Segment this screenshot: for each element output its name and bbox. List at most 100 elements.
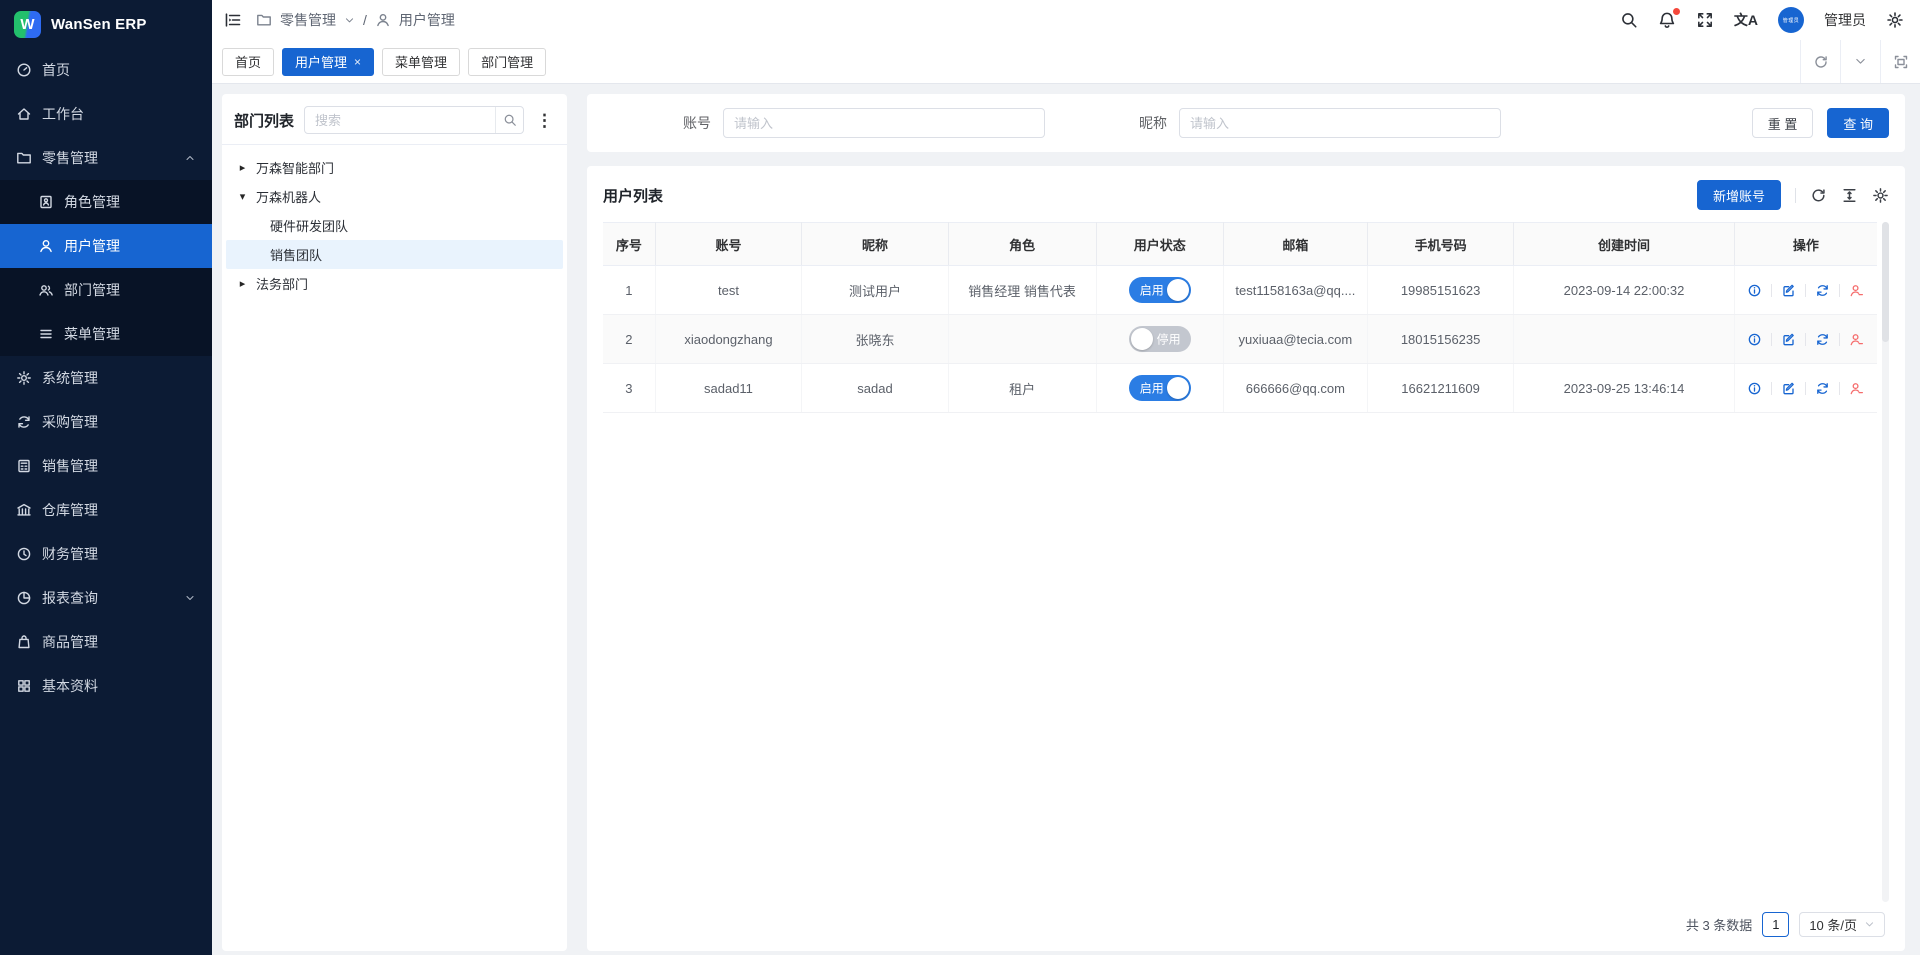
chevron-up-icon (184, 152, 196, 164)
cell-email: test1158163a@qq.... (1223, 266, 1367, 315)
op-divider (1839, 333, 1840, 346)
status-toggle[interactable]: 启用 (1129, 277, 1191, 303)
table-settings-button[interactable] (1872, 187, 1889, 204)
department-more-button[interactable]: ⋮ (534, 112, 555, 129)
sync-icon (16, 414, 32, 430)
tree-item-label: 硬件研发团队 (270, 216, 348, 235)
user-delete-icon (1849, 332, 1864, 347)
edit-button[interactable] (1781, 332, 1796, 347)
tree-item[interactable]: 硬件研发团队 (226, 211, 563, 240)
cell-roles (948, 315, 1096, 364)
brand-logo[interactable]: W WanSen ERP (0, 0, 212, 48)
fullscreen-button[interactable] (1696, 11, 1714, 29)
reset-password-button[interactable] (1815, 283, 1830, 298)
translate-button[interactable]: 文A (1734, 10, 1758, 30)
reset-password-button[interactable] (1815, 381, 1830, 396)
reset-password-button[interactable] (1815, 332, 1830, 347)
caret-right-icon[interactable]: ▸ (236, 277, 249, 290)
op-divider (1771, 382, 1772, 395)
tab-close-icon[interactable]: × (354, 56, 361, 68)
tree-item-selected[interactable]: 销售团队 (226, 240, 563, 269)
breadcrumb-page: 用户管理 (399, 10, 455, 30)
global-search-button[interactable] (1620, 11, 1638, 29)
query-button[interactable]: 查 询 (1827, 108, 1889, 138)
sidebar-item-menu-mgmt[interactable]: 菜单管理 (0, 312, 212, 356)
status-toggle[interactable]: 停用 (1129, 326, 1191, 352)
table-scrollbar[interactable] (1882, 222, 1889, 902)
tab-home[interactable]: 首页 (222, 48, 274, 76)
folder-icon (256, 12, 272, 28)
avatar[interactable]: 管理员 (1778, 7, 1804, 33)
cell-status: 启用 (1096, 266, 1223, 315)
tab-list-dropdown-button[interactable] (1840, 40, 1880, 83)
chevron-down-icon (1854, 55, 1867, 68)
topbar: 零售管理 / 用户管理 文A 管理员 管理员 (212, 0, 1920, 40)
tab-menu-mgmt[interactable]: 菜单管理 (382, 48, 460, 76)
tree-item[interactable]: ▾ 万森机器人 (226, 182, 563, 211)
notifications-button[interactable] (1658, 11, 1676, 29)
tree-item[interactable]: ▸ 万森智能部门 (226, 153, 563, 182)
refresh-tab-button[interactable] (1800, 40, 1840, 83)
reset-button[interactable]: 重 置 (1752, 108, 1814, 138)
main-area: 零售管理 / 用户管理 文A 管理员 管理员 (212, 0, 1920, 955)
nickname-input[interactable] (1179, 108, 1501, 138)
user-table: 序号 账号 昵称 角色 用户状态 邮箱 手机号码 创建时间 操作 (603, 222, 1877, 413)
sidebar-item-workbench[interactable]: 工作台 (0, 92, 212, 136)
column-header: 操作 (1734, 223, 1877, 266)
sidebar-item-goods-mgmt[interactable]: 商品管理 (0, 620, 212, 664)
status-toggle[interactable]: 启用 (1129, 375, 1191, 401)
sidebar-item-basic-data[interactable]: 基本资料 (0, 664, 212, 708)
maximize-content-button[interactable] (1880, 40, 1920, 83)
table-scrollbar-thumb[interactable] (1882, 222, 1889, 342)
detail-button[interactable] (1747, 332, 1762, 347)
user-name[interactable]: 管理员 (1824, 10, 1866, 30)
sidebar-item-role-mgmt[interactable]: 角色管理 (0, 180, 212, 224)
add-account-button[interactable]: 新增账号 (1697, 180, 1781, 210)
department-search-input[interactable] (304, 106, 524, 134)
breadcrumb-separator: / (363, 12, 367, 28)
refresh-table-button[interactable] (1810, 187, 1827, 204)
sidebar-item-home[interactable]: 首页 (0, 48, 212, 92)
toggle-knob (1167, 377, 1189, 399)
delete-user-button[interactable] (1849, 332, 1864, 347)
detail-button[interactable] (1747, 283, 1762, 298)
chevron-down-icon[interactable] (344, 15, 355, 26)
filter-nickname: 昵称 (1139, 108, 1501, 138)
sidebar-item-warehouse-mgmt[interactable]: 仓库管理 (0, 488, 212, 532)
sidebar-group-retail[interactable]: 零售管理 (0, 136, 212, 180)
sidebar-item-report-query[interactable]: 报表查询 (0, 576, 212, 620)
row-height-button[interactable] (1841, 187, 1858, 204)
sidebar-item-dept-mgmt[interactable]: 部门管理 (0, 268, 212, 312)
sidebar-collapse-button[interactable] (224, 11, 242, 29)
sidebar-item-label: 报表查询 (42, 588, 98, 608)
user-delete-icon (1849, 283, 1864, 298)
tab-user-mgmt[interactable]: 用户管理× (282, 48, 374, 76)
delete-user-button[interactable] (1849, 283, 1864, 298)
tree-item[interactable]: ▸ 法务部门 (226, 269, 563, 298)
cell-account: xiaodongzhang (655, 315, 802, 364)
tab-label: 首页 (235, 52, 261, 71)
sidebar-item-purchase-mgmt[interactable]: 采购管理 (0, 400, 212, 444)
caret-down-icon[interactable]: ▾ (236, 190, 249, 203)
breadcrumb-section[interactable]: 零售管理 (280, 10, 336, 30)
sidebar-item-sales-mgmt[interactable]: 销售管理 (0, 444, 212, 488)
page-size-select[interactable]: 10 条/页 (1799, 912, 1885, 937)
chevron-down-icon (1864, 919, 1875, 930)
user-delete-icon (1849, 381, 1864, 396)
edit-icon (1781, 332, 1796, 347)
settings-button[interactable] (1886, 11, 1904, 29)
department-search-button[interactable] (495, 107, 523, 133)
sidebar-item-user-mgmt[interactable]: 用户管理 (0, 224, 212, 268)
sidebar-item-system-mgmt[interactable]: 系统管理 (0, 356, 212, 400)
tab-dept-mgmt[interactable]: 部门管理 (468, 48, 546, 76)
edit-button[interactable] (1781, 381, 1796, 396)
delete-user-button[interactable] (1849, 381, 1864, 396)
page-number-button[interactable]: 1 (1762, 912, 1789, 937)
sidebar-item-finance-mgmt[interactable]: 财务管理 (0, 532, 212, 576)
detail-button[interactable] (1747, 381, 1762, 396)
account-input[interactable] (723, 108, 1045, 138)
column-header: 手机号码 (1367, 223, 1514, 266)
cell-status: 停用 (1096, 315, 1223, 364)
caret-right-icon[interactable]: ▸ (236, 161, 249, 174)
edit-button[interactable] (1781, 283, 1796, 298)
